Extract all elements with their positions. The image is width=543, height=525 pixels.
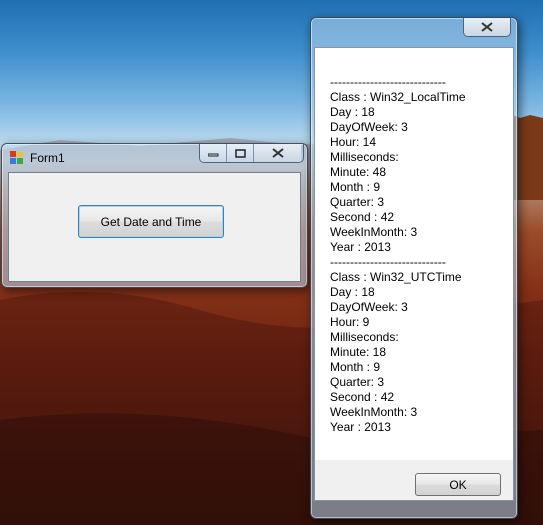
message-line: Second : 42 [330,390,395,404]
maximize-button[interactable] [226,144,253,162]
message-line: Month : 9 [330,180,381,194]
message-line: Quarter: 3 [330,375,385,389]
messagebox-client-area: ----------------------------- Class : Win… [314,47,514,501]
message-text-area: ----------------------------- Class : Win… [315,48,513,460]
ok-button[interactable]: OK [415,473,501,496]
messagebox-footer: OK [315,460,513,500]
message-line: ----------------------------- [330,255,446,269]
form1-window-controls [199,144,304,163]
message-line: Hour: 14 [330,135,377,149]
minimize-icon [207,153,218,157]
get-date-time-button[interactable]: Get Date and Time [78,205,224,238]
form-app-icon [10,151,23,164]
messagebox-window: ----------------------------- Class : Win… [310,17,518,519]
message-line: DayOfWeek: 3 [330,120,408,134]
message-line: ----------------------------- [330,75,446,89]
maximize-icon [234,148,246,158]
messagebox-close-button[interactable] [464,18,510,36]
message-line: WeekInMonth: 3 [330,405,418,419]
message-line: Class : Win32_UTCTime [330,270,462,284]
message-line: Quarter: 3 [330,195,385,209]
minimize-button[interactable] [200,144,226,162]
message-line: Month : 9 [330,360,381,374]
message-line: Minute: 18 [330,345,387,359]
message-line: Class : Win32_LocalTime [330,90,466,104]
form1-close-button[interactable] [253,144,301,162]
message-line: Year : 2013 [330,240,391,254]
message-line: Day : 18 [330,105,375,119]
close-icon [271,148,284,158]
message-lines: ----------------------------- Class : Win… [330,75,466,435]
form1-client-area: Get Date and Time [8,172,301,282]
messagebox-window-controls [463,18,511,37]
message-line: Year : 2013 [330,420,391,434]
form1-window: Form1 Get Date and Time [1,143,308,288]
close-icon [481,22,493,32]
form1-title: Form1 [30,151,65,165]
message-line: Milliseconds: [330,150,399,164]
message-line: Day : 18 [330,285,375,299]
message-line: WeekInMonth: 3 [330,225,418,239]
message-line: Milliseconds: [330,330,399,344]
message-line: Second : 42 [330,210,395,224]
message-line: Minute: 48 [330,165,387,179]
message-line: Hour: 9 [330,315,370,329]
message-line: DayOfWeek: 3 [330,300,408,314]
